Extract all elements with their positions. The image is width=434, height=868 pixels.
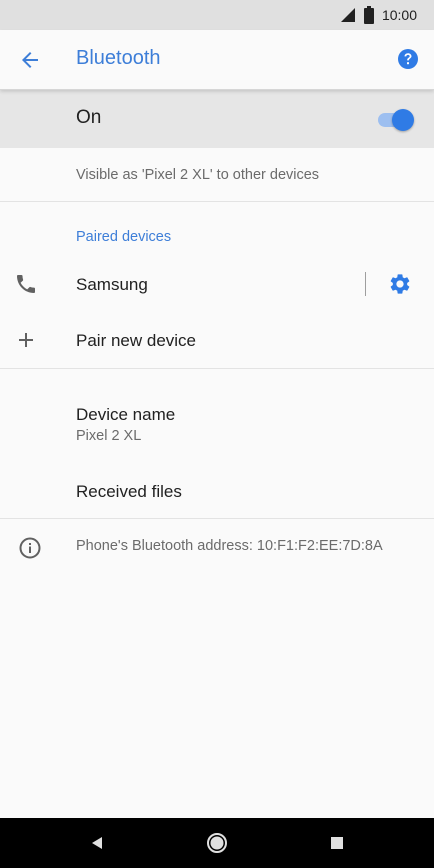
arrow-back-icon[interactable] <box>18 48 42 72</box>
phone-icon <box>17 275 35 293</box>
plus-icon <box>19 333 33 347</box>
battery-icon <box>363 6 374 24</box>
status-bar: 10:00 <box>0 0 434 30</box>
gear-icon[interactable] <box>388 272 412 296</box>
help-icon[interactable] <box>396 47 420 71</box>
paired-devices-header: Paired devices <box>76 229 172 245</box>
paired-device-samsung[interactable]: Samsung <box>0 256 434 312</box>
device-name-row[interactable]: Device name Pixel 2 XL <box>0 392 434 460</box>
page-title: Bluetooth <box>76 47 161 69</box>
signal-icon <box>340 8 355 22</box>
app-bar: Bluetooth <box>0 30 434 90</box>
divider <box>0 201 434 202</box>
pair-new-device-label: Pair new device <box>76 331 197 350</box>
bluetooth-master-row[interactable]: On <box>0 90 434 148</box>
home-circle-icon[interactable] <box>205 831 229 855</box>
device-name-value: Pixel 2 XL <box>76 428 142 444</box>
bluetooth-address-text: Phone's Bluetooth address: 10:F1:F2:EE:7… <box>76 538 383 554</box>
paired-device-name: Samsung <box>76 275 148 294</box>
info-icon <box>19 537 41 559</box>
divider <box>0 368 434 369</box>
received-files-row[interactable]: Received files <box>0 464 434 520</box>
pair-new-device-row[interactable]: Pair new device <box>0 312 434 368</box>
received-files-label: Received files <box>76 482 182 501</box>
toggle-thumb <box>392 109 414 131</box>
vertical-separator <box>365 272 366 296</box>
navigation-bar <box>0 818 434 868</box>
status-time: 10:00 <box>381 7 417 23</box>
master-switch-label: On <box>76 107 102 128</box>
divider <box>0 518 434 519</box>
recents-square-icon[interactable] <box>325 831 349 855</box>
bluetooth-toggle[interactable] <box>378 108 416 132</box>
device-name-label: Device name <box>76 405 176 424</box>
back-triangle-icon[interactable] <box>85 831 109 855</box>
visibility-text: Visible as 'Pixel 2 XL' to other devices <box>76 167 320 183</box>
